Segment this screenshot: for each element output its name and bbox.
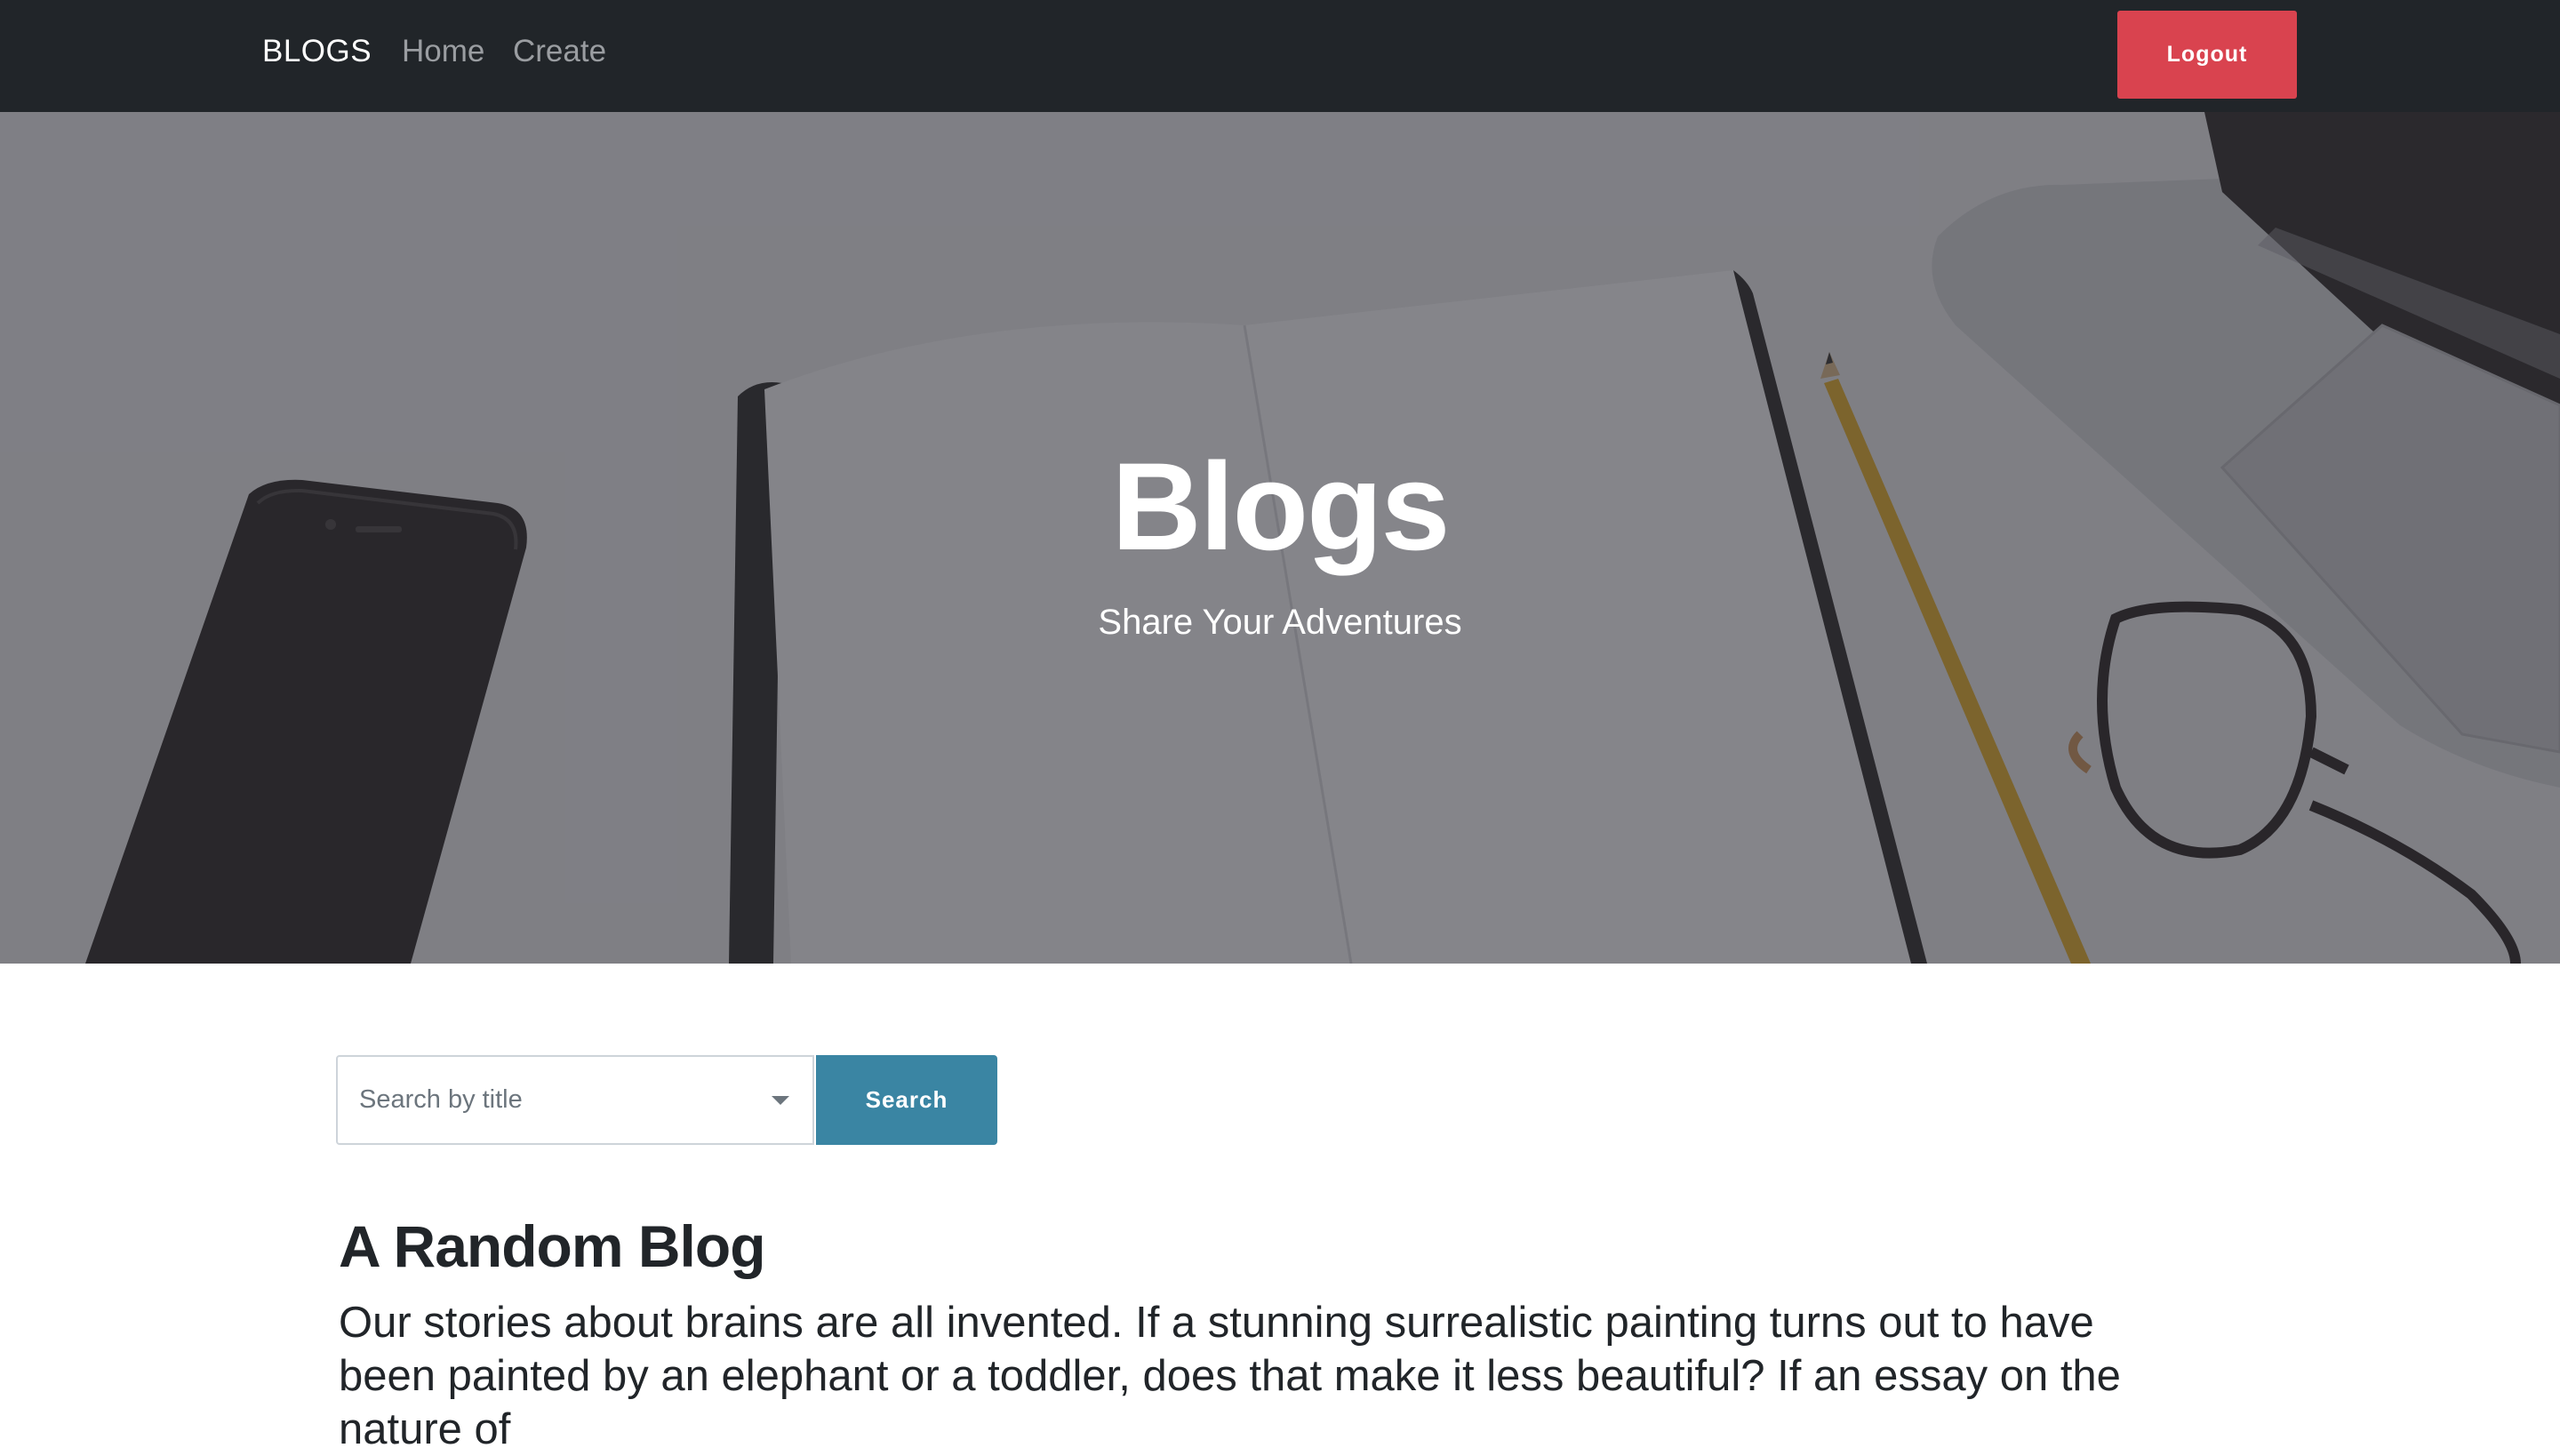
post-title[interactable]: A Random Blog — [339, 1212, 766, 1280]
search-title-select[interactable]: Search by title — [336, 1055, 814, 1145]
search-button[interactable]: Search — [816, 1055, 997, 1145]
post-body: Our stories about brains are all invente… — [339, 1299, 2121, 1453]
nav-home-link[interactable]: Home — [402, 34, 484, 69]
brand-link[interactable]: BLOGS — [262, 34, 372, 69]
search-placeholder: Search by title — [359, 1085, 523, 1114]
hero-subtitle: Share Your Adventures — [1098, 603, 1462, 642]
nav-create-link[interactable]: Create — [513, 34, 606, 69]
chevron-down-icon — [772, 1096, 789, 1105]
hero-banner: Blogs Share Your Adventures — [0, 112, 2560, 964]
logout-button[interactable]: Logout — [2117, 11, 2297, 99]
navbar: BLOGS Home Create Logout — [0, 0, 2560, 112]
hero-title: Blogs — [1111, 436, 1451, 576]
